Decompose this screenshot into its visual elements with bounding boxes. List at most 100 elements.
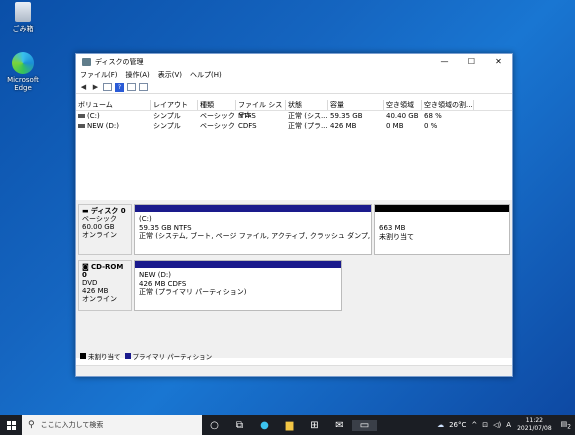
unallocated-size: 663 MB [379,224,406,232]
close-button[interactable]: ✕ [485,54,512,69]
disk-0-row: ▬ ディスク 0 ベーシック 60.00 GB オンライン (C:) 59.35… [78,204,510,255]
cortana-icon[interactable]: ○ [202,420,227,431]
disk-icon: ▬ [82,207,91,215]
cdrom-0-label[interactable]: ◙ CD-ROM 0 DVD 426 MB オンライン [78,260,132,311]
clock-time: 11:22 [525,417,543,424]
edge-desktop-icon[interactable]: Microsoft Edge [0,52,46,92]
minimize-button[interactable]: — [431,54,458,69]
edge-label: Microsoft Edge [7,76,39,92]
volume-type: ベーシック [200,122,235,130]
cdrom-0-kind: DVD [82,279,98,287]
volume-percent-free: 0 % [424,122,438,130]
system-tray: ☁ 26°C ^ ⊡ ◁) A 11:22 2021/07/08 ▤2 [432,417,575,433]
column-header-filesystem[interactable]: ファイル システム [236,100,286,119]
volume-icon[interactable]: ◁) [493,421,501,429]
partition-d-size: 426 MB CDFS [139,279,187,288]
disk-management-taskbar-icon[interactable]: ▭ [352,419,377,431]
search-icon: ⚲ [28,420,35,430]
partition-d[interactable]: NEW (D:) 426 MB CDFS 正常 (プライマリ パーティション) [134,260,342,311]
partition-d-status: 正常 (プライマリ パーティション) [139,288,247,296]
volume-capacity: 59.35 GB [330,112,363,120]
partition-c-status: 正常 (システム, ブート, ページ ファイル, アクティブ, クラッシュ ダン… [139,232,371,240]
network-icon[interactable]: ⊡ [482,421,488,429]
weather-temp[interactable]: 26°C [449,421,466,429]
column-header-layout[interactable]: レイアウト [151,100,198,110]
windows-logo-icon [6,420,16,430]
column-header-percent-free[interactable]: 空き領域の割... [422,100,474,110]
show-hide-console-tree-icon[interactable] [103,83,112,91]
file-explorer-icon[interactable]: ▆ [277,420,302,431]
back-arrow-icon[interactable]: ◀ [79,83,88,92]
help-icon[interactable]: ? [115,82,124,92]
unallocated-bar [375,205,509,212]
column-header-status[interactable]: 状態 [286,100,328,110]
title-bar[interactable]: ディスクの管理 — ☐ ✕ [76,54,512,69]
primary-partition-bar [135,261,341,268]
weather-icon[interactable]: ☁ [437,421,444,429]
partition-c-size: 59.35 GB NTFS [139,223,192,232]
start-button[interactable] [0,420,22,430]
volume-free-space: 40.40 GB [386,112,419,120]
column-header-volume[interactable]: ボリューム [76,100,151,110]
drive-icon [78,114,85,118]
legend-unallocated-label: 未割り当て [88,353,121,361]
taskbar: ⚲ ここに入力して検索 ○ ⧉ ● ▆ ⊞ ✉ ▭ ☁ 26°C ^ ⊡ ◁) … [0,415,575,435]
cdrom-0-status: オンライン [82,295,117,303]
volume-name: (C:) [87,112,100,120]
cdrom-0-row: ◙ CD-ROM 0 DVD 426 MB オンライン NEW (D:) 426… [78,260,510,311]
menu-file[interactable]: ファイル(F) [80,70,118,80]
clock[interactable]: 11:22 2021/07/08 [517,417,552,433]
disk-0-name: ディスク 0 [90,207,126,215]
volume-status: 正常 (シス... [288,112,328,120]
column-header-type[interactable]: 種類 [198,100,236,110]
unallocated-space[interactable]: 663 MB 未割り当て [374,204,510,255]
notification-icon[interactable]: ▤2 [561,420,571,430]
volume-layout: シンプル [153,112,181,120]
primary-partition-bar [135,205,371,212]
list-view-icon[interactable] [139,83,148,91]
volume-type: ベーシック [200,112,235,120]
forward-arrow-icon[interactable]: ▶ [91,83,100,92]
legend-primary-swatch [124,353,131,359]
cdrom-0-size: 426 MB [82,287,109,295]
task-view-icon[interactable]: ⧉ [227,420,252,431]
table-row[interactable]: (C:) シンプル ベーシック NTFS 正常 (シス... 59.35 GB … [76,111,512,121]
unallocated-label: 未割り当て [379,232,414,241]
legend: 未割り当て プライマリ パーティション [80,351,212,361]
disk-0-label[interactable]: ▬ ディスク 0 ベーシック 60.00 GB オンライン [78,204,132,255]
column-header-free-space[interactable]: 空き領域 [384,100,422,110]
search-placeholder: ここに入力して検索 [40,421,104,429]
column-header-capacity[interactable]: 容量 [328,100,384,110]
partition-c-title: (C:) [139,215,152,223]
table-row[interactable]: NEW (D:) シンプル ベーシック CDFS 正常 (プラ... 426 M… [76,121,512,131]
volume-list-header: ボリューム レイアウト 種類 ファイル システム 状態 容量 空き領域 空き領域… [76,100,512,119]
properties-icon[interactable] [127,83,136,91]
volume-layout: シンプル [153,122,181,130]
edge-taskbar-icon[interactable]: ● [252,420,277,431]
tray-chevron-up-icon[interactable]: ^ [471,421,477,429]
legend-primary-label: プライマリ パーティション [132,353,213,361]
edge-icon [12,52,34,74]
volume-name: NEW (D:) [87,122,120,130]
window-title: ディスクの管理 [95,57,144,66]
legend-unallocated-swatch [80,353,86,359]
ime-indicator[interactable]: A [506,421,511,429]
recycle-bin-desktop-icon[interactable]: ごみ箱 [0,2,46,34]
volume-percent-free: 68 % [424,112,442,120]
partition-c[interactable]: (C:) 59.35 GB NTFS 正常 (システム, ブート, ページ ファ… [134,204,372,255]
volume-filesystem: CDFS [238,122,257,130]
menu-view[interactable]: 表示(V) [158,70,182,80]
volume-capacity: 426 MB [330,122,357,130]
disk-0-status: オンライン [82,231,117,239]
maximize-button[interactable]: ☐ [458,54,485,69]
partition-d-title: NEW (D:) [139,271,172,279]
menu-bar: ファイル(F) 操作(A) 表示(V) ヘルプ(H) [76,69,512,81]
recycle-bin-icon [15,2,31,22]
menu-help[interactable]: ヘルプ(H) [190,70,222,80]
store-icon[interactable]: ⊞ [302,420,327,431]
disk-management-app-icon [82,57,91,66]
disk-0-size: 60.00 GB [82,223,115,231]
search-box[interactable]: ⚲ ここに入力して検索 [22,415,202,435]
menu-action[interactable]: 操作(A) [126,70,150,80]
mail-icon[interactable]: ✉ [327,420,352,431]
